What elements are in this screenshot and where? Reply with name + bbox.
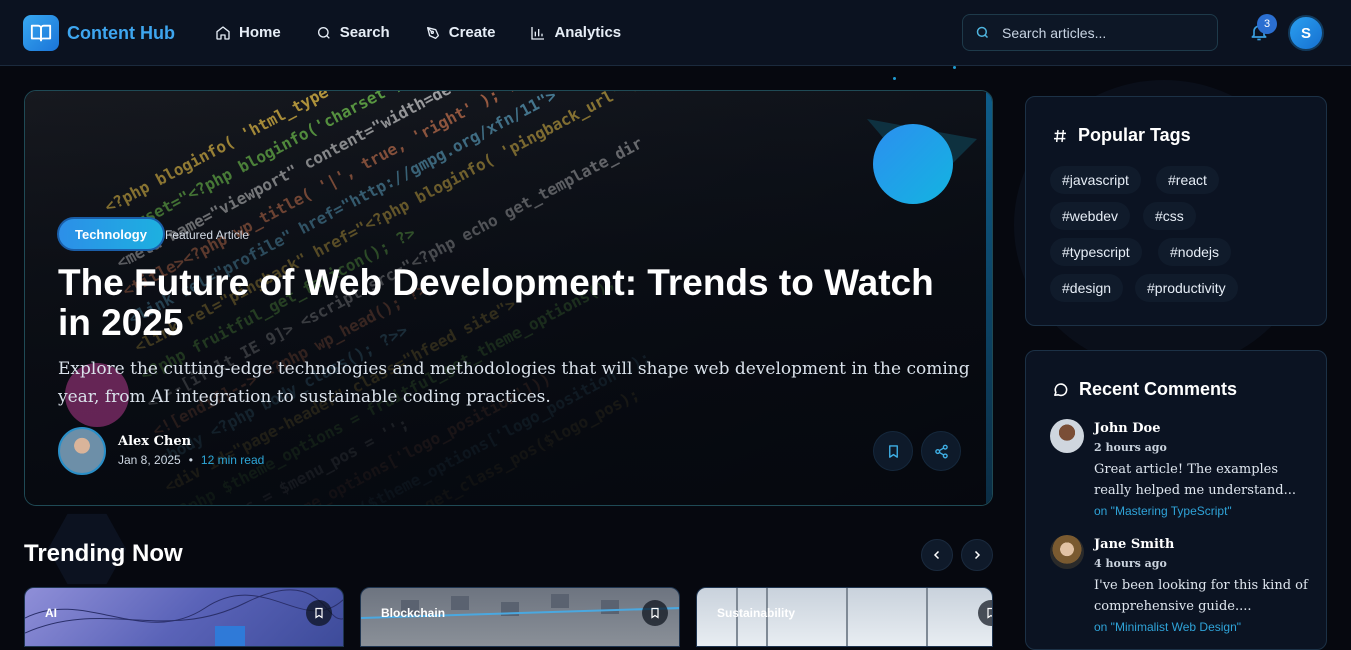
bookmark-icon: [651, 607, 659, 619]
card-image: [25, 589, 343, 646]
featured-label: Featured Article: [165, 228, 250, 242]
tag-chip[interactable]: #react: [1156, 166, 1219, 194]
bookmark-icon: [987, 607, 992, 619]
comment-time: 2 hours ago: [1094, 441, 1167, 454]
comment-text: Great article! The examples really helpe…: [1094, 462, 1297, 498]
nav-label: Analytics: [554, 24, 622, 41]
hashtag-icon: [1054, 129, 1066, 142]
nav-label: Home: [239, 24, 281, 41]
chevron-left-icon: [933, 550, 940, 560]
commenter-name[interactable]: John Doe: [1094, 421, 1160, 436]
bookmark-button[interactable]: [873, 431, 913, 471]
brand[interactable]: Content Hub: [23, 15, 175, 51]
tag-chip[interactable]: #javascript: [1050, 166, 1141, 194]
panel-title: Recent Comments: [1079, 379, 1238, 399]
card-bookmark-button[interactable]: [642, 600, 668, 626]
comment-article-link[interactable]: on "Mastering TypeScript": [1094, 504, 1232, 518]
article-description: Explore the cutting-edge technologies an…: [58, 359, 970, 407]
author-avatar[interactable]: [58, 427, 106, 475]
author-name[interactable]: Alex Chen: [118, 434, 191, 449]
book-icon: [23, 15, 59, 51]
card-category: Sustainability: [717, 606, 796, 620]
commenter-name[interactable]: Jane Smith: [1094, 537, 1174, 552]
tag-chip[interactable]: #webdev: [1050, 202, 1131, 230]
tag-chip[interactable]: #typescript: [1050, 238, 1142, 266]
article-meta: Jan 8, 2025 • 12 min read: [118, 453, 264, 467]
separator-dot: •: [188, 453, 193, 467]
panel-heading: Recent Comments: [1052, 379, 1237, 400]
nav-label: Create: [448, 24, 496, 41]
sparkle-dot: [893, 77, 896, 80]
user-avatar[interactable]: S: [1288, 15, 1324, 51]
article-title[interactable]: The Future of Web Development: Trends to…: [58, 263, 958, 343]
bookmark-icon: [315, 607, 323, 619]
nav-item-home[interactable]: Home: [215, 24, 281, 41]
search-box: [962, 14, 1218, 51]
carousel-next-button[interactable]: [961, 539, 993, 571]
comment-text: I've been looking for this kind of compr…: [1094, 578, 1308, 614]
tag-chip[interactable]: #nodejs: [1158, 238, 1232, 266]
comment-article-link[interactable]: on "Minimalist Web Design": [1094, 620, 1241, 634]
home-icon: [216, 25, 230, 40]
category-badge[interactable]: Technology: [57, 217, 165, 251]
top-navigation-bar: Content Hub Home Search Create Analytics…: [0, 0, 1351, 66]
pen-icon: [426, 26, 439, 39]
panel-title: Popular Tags: [1078, 125, 1191, 145]
trending-card[interactable]: Blockchain: [360, 587, 680, 647]
panel-heading: Popular Tags: [1052, 125, 1191, 146]
search-icon: [976, 26, 989, 39]
tag-chip[interactable]: #css: [1143, 202, 1196, 230]
nav-item-create[interactable]: Create: [425, 24, 496, 41]
bar-chart-icon: [531, 26, 545, 40]
featured-article-hero[interactable]: <?php bloginfo( 'html_type' ); ?>; chars…: [24, 90, 993, 506]
popular-tags-panel: Popular Tags #javascript #react #webdev …: [1025, 96, 1327, 326]
notification-badge: 3: [1257, 14, 1277, 34]
brand-name: Content Hub: [67, 22, 175, 43]
read-time: 12 min read: [200, 453, 265, 467]
tag-chip[interactable]: #design: [1050, 274, 1124, 302]
trending-card[interactable]: AI: [24, 587, 344, 647]
nav-item-search[interactable]: Search: [316, 24, 390, 41]
recent-comments-panel: Recent Comments John Doe 2 hours ago Gre…: [1025, 350, 1327, 650]
chevron-right-icon: [974, 550, 981, 560]
share-button[interactable]: [921, 431, 961, 471]
publish-date: Jan 8, 2025: [118, 453, 181, 467]
search-icon: [317, 26, 330, 39]
comment-time: 4 hours ago: [1094, 557, 1167, 570]
trending-card[interactable]: Sustainability: [696, 587, 993, 647]
comment-icon: [1054, 383, 1068, 397]
hero-edge-accent: [986, 91, 992, 505]
commenter-avatar[interactable]: [1050, 535, 1084, 569]
search-input[interactable]: [1002, 24, 1202, 41]
nav-item-analytics[interactable]: Analytics: [530, 24, 621, 41]
trending-heading: Trending Now: [24, 540, 183, 567]
card-category: AI: [45, 606, 57, 620]
card-category: Blockchain: [381, 606, 446, 620]
share-icon: [934, 444, 948, 458]
bookmark-icon: [888, 444, 898, 458]
sparkle-dot: [953, 66, 956, 69]
main-nav: Home Search Create Analytics: [215, 24, 656, 41]
card-bookmark-button[interactable]: [306, 600, 332, 626]
nav-label: Search: [339, 24, 390, 41]
carousel-prev-button[interactable]: [921, 539, 953, 571]
commenter-avatar[interactable]: [1050, 419, 1084, 453]
decorative-circle: [873, 124, 953, 204]
tag-chip[interactable]: #productivity: [1135, 274, 1238, 302]
